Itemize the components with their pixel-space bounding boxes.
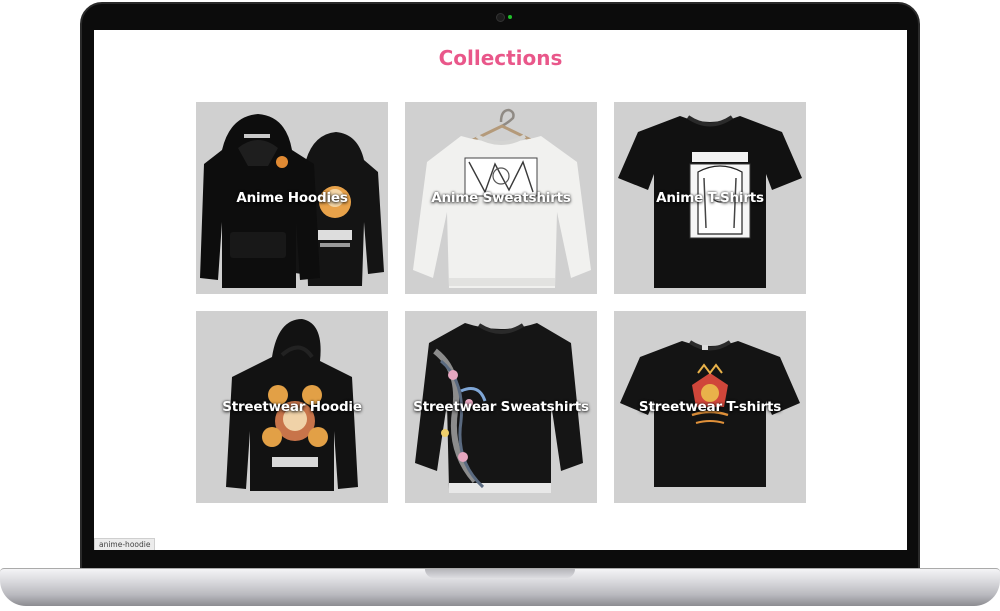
laptop-mockup: Collections Anime Hoodies Anime Sweatshi… bbox=[0, 0, 1000, 611]
browser-viewport: Collections Anime Hoodies Anime Sweatshi… bbox=[94, 30, 907, 550]
webcam-icon bbox=[496, 13, 505, 22]
page-title: Collections bbox=[438, 46, 563, 70]
collection-card-streetwear-hoodie[interactable]: Streetwear Hoodie bbox=[196, 311, 388, 503]
collection-label: Anime Hoodies bbox=[236, 190, 348, 206]
webcam-indicator-light bbox=[508, 15, 512, 19]
collection-label: Anime Sweatshirts bbox=[431, 190, 571, 206]
collection-label: Streetwear T-shirts bbox=[638, 399, 782, 415]
collection-label: Streetwear Hoodie bbox=[222, 399, 362, 415]
collection-card-anime-sweatshirts[interactable]: Anime Sweatshirts bbox=[405, 102, 597, 294]
collection-card-anime-t-shirts[interactable]: Anime T-Shirts bbox=[614, 102, 806, 294]
collection-label: Streetwear Sweatshirts bbox=[413, 399, 589, 415]
collection-card-anime-hoodies[interactable]: Anime Hoodies bbox=[196, 102, 388, 294]
collection-card-streetwear-sweatshirts[interactable]: Streetwear Sweatshirts bbox=[405, 311, 597, 503]
link-preview-status: anime-hoodie bbox=[94, 538, 156, 550]
laptop-opening-notch bbox=[425, 569, 575, 578]
collection-card-streetwear-t-shirts[interactable]: Streetwear T-shirts bbox=[614, 311, 806, 503]
collection-label: Anime T-Shirts bbox=[656, 190, 764, 206]
collections-grid: Anime Hoodies Anime Sweatshirts Anime T-… bbox=[196, 102, 808, 503]
